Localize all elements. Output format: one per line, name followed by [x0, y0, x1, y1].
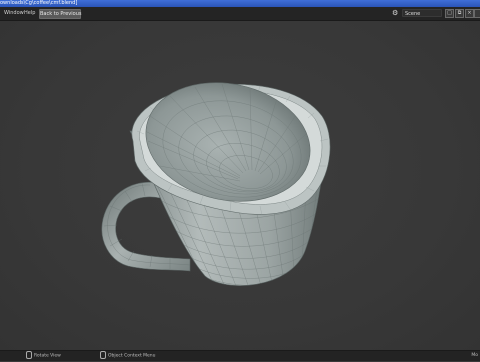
status-bar: Rotate View Object Context Menu Mo [0, 350, 480, 361]
new-scene-icon[interactable]: □ [445, 9, 454, 18]
context-menu-label: Object Context Menu [108, 353, 156, 359]
back-to-previous-button[interactable]: Back to Previous [39, 9, 81, 19]
layer-icon[interactable] [474, 9, 480, 18]
scene-icon[interactable]: ⚙ [392, 9, 400, 17]
rotate-view-label: Rotate View [34, 353, 61, 359]
coffee-mug-model [101, 82, 331, 286]
menu-help[interactable]: Help [24, 10, 35, 17]
close-icon[interactable]: × [465, 9, 474, 18]
copy-icon[interactable]: ⧉ [455, 9, 464, 18]
mouse-icon [100, 351, 106, 359]
menu-window[interactable]: Window [4, 10, 24, 17]
mouse-icon [26, 351, 32, 359]
3d-viewport[interactable] [0, 21, 480, 350]
scene-selector[interactable]: Scene [402, 9, 442, 17]
top-bar: Window Help Back to Previous ⚙ Scene □ ⧉… [0, 7, 480, 21]
window-title: ownloads\Cg\coffee\cmf.blend] [0, 0, 78, 6]
window-titlebar: ownloads\Cg\coffee\cmf.blend] [0, 0, 480, 7]
